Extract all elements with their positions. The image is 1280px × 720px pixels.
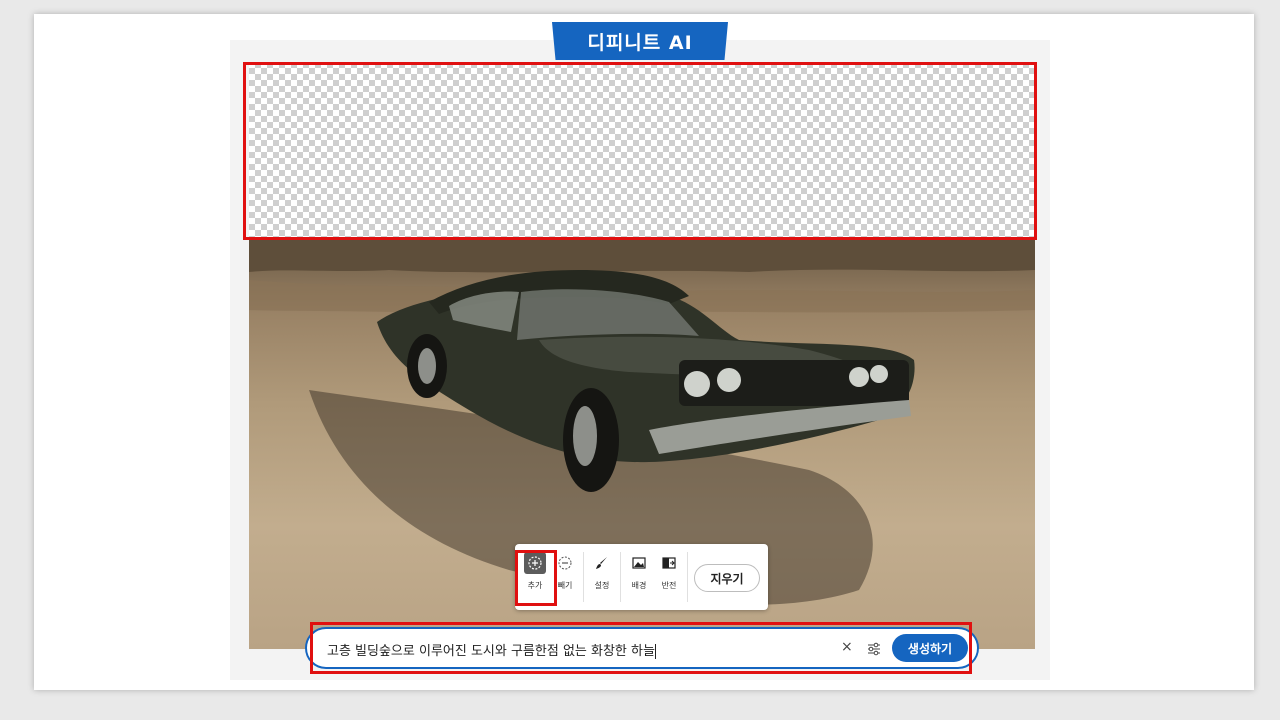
toolbar-divider xyxy=(620,552,621,602)
subtract-icon xyxy=(554,552,576,574)
tool-invert-label: 반전 xyxy=(661,581,677,590)
tool-brush[interactable]: 설정 xyxy=(586,552,618,604)
invert-icon xyxy=(658,552,680,574)
erase-button[interactable]: 지우기 xyxy=(694,564,760,592)
tool-background-label: 배경 xyxy=(631,581,647,590)
app-title-banner: 디피니트 AI xyxy=(552,22,728,60)
prompt-highlight-box xyxy=(310,622,972,674)
selection-highlight-box xyxy=(243,62,1037,240)
tool-brush-label: 설정 xyxy=(594,581,610,590)
toolbar-divider xyxy=(687,552,688,602)
brush-icon xyxy=(591,552,613,574)
tool-background[interactable]: 배경 xyxy=(623,552,655,604)
tool-highlight-box xyxy=(515,550,557,606)
toolbar-divider xyxy=(583,552,584,602)
tool-invert[interactable]: 반전 xyxy=(653,552,685,604)
tool-subtract-label: 빼기 xyxy=(557,581,573,590)
background-icon xyxy=(628,552,650,574)
